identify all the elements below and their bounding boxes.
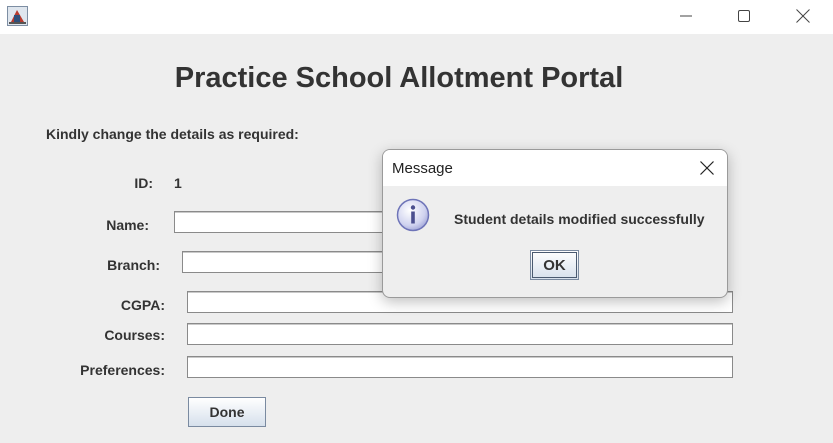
preferences-label: Preferences: (80, 362, 165, 378)
courses-field[interactable] (187, 323, 733, 345)
done-button[interactable]: Done (188, 397, 266, 427)
id-label: ID: (134, 175, 153, 191)
minimize-button[interactable] (663, 0, 709, 32)
courses-label: Courses: (104, 327, 165, 343)
minimize-icon (680, 15, 692, 17)
dialog-message: Student details modified successfully (454, 211, 705, 227)
main-window: Practice School Allotment Portal Kindly … (0, 0, 833, 443)
dialog-title-bar[interactable]: Message (383, 150, 727, 186)
dialog-title: Message (392, 160, 453, 177)
name-label: Name: (106, 217, 149, 233)
form-instructions: Kindly change the details as required: (46, 126, 299, 142)
branch-label: Branch: (107, 257, 160, 273)
close-icon (796, 9, 810, 23)
close-button[interactable] (780, 0, 826, 32)
maximize-icon (738, 10, 750, 22)
info-icon (396, 198, 430, 232)
java-app-icon (7, 6, 28, 26)
page-title: Practice School Allotment Portal (174, 62, 624, 94)
preferences-field[interactable] (187, 356, 733, 378)
title-bar[interactable] (0, 0, 833, 34)
cgpa-label: CGPA: (120, 297, 165, 313)
dialog-close-button[interactable] (693, 155, 721, 181)
maximize-button[interactable] (721, 0, 767, 32)
name-field[interactable] (174, 211, 394, 233)
close-icon (700, 161, 714, 175)
branch-field[interactable] (182, 251, 394, 273)
id-value: 1 (174, 175, 182, 191)
ok-button[interactable]: OK (530, 250, 579, 280)
message-dialog: Message Student details modified success… (382, 149, 728, 298)
